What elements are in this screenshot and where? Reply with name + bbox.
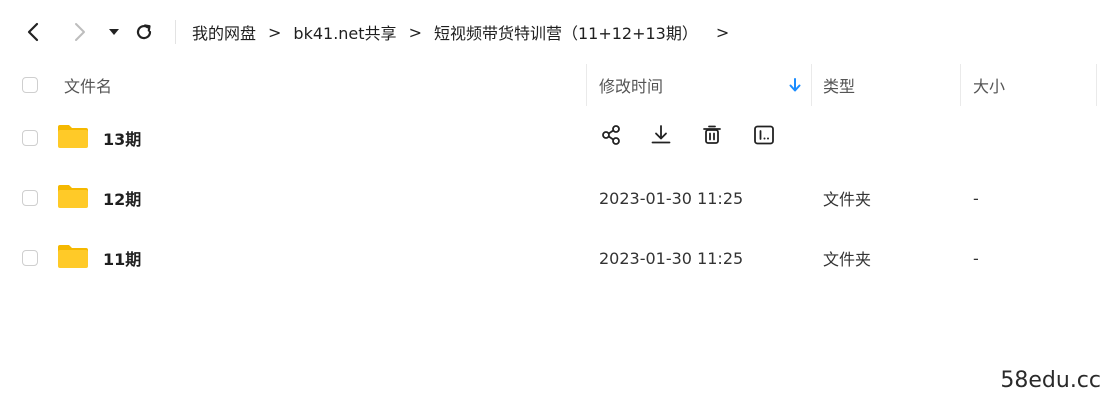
row-modified-time: 2023-01-30 11:25 [599, 188, 744, 208]
breadcrumb-separator: > [268, 22, 282, 42]
column-header-name[interactable]: 文件名 [64, 64, 112, 106]
delete-button[interactable] [699, 122, 725, 148]
folder-icon [58, 185, 88, 208]
download-icon [651, 125, 671, 144]
more-icon [754, 125, 774, 145]
row-size: - [973, 188, 979, 208]
table-row[interactable]: 13期 [0, 108, 1111, 168]
column-header-modified[interactable]: 修改时间 [599, 64, 663, 106]
chevron-right-icon [75, 23, 85, 41]
folder-icon [58, 125, 88, 148]
breadcrumb-separator: > [408, 22, 422, 42]
folder-icon [58, 245, 88, 268]
column-resize-handle[interactable] [586, 64, 587, 106]
refresh-button[interactable] [130, 18, 158, 46]
column-resize-handle[interactable] [960, 64, 961, 106]
download-button[interactable] [648, 122, 674, 148]
arrow-down-icon[interactable] [788, 77, 802, 93]
row-checkbox[interactable] [22, 130, 38, 146]
caret-down-icon [109, 29, 119, 35]
back-button[interactable] [19, 18, 47, 46]
share-button[interactable] [598, 122, 624, 148]
more-button[interactable] [751, 122, 777, 148]
breadcrumb-item-my-drive[interactable]: 我的网盘 [192, 20, 256, 44]
share-icon [602, 125, 620, 145]
toolbar: 我的网盘 > bk41.net共享 > 短视频带货特训营（11+12+13期） … [0, 0, 1111, 64]
row-checkbox[interactable] [22, 250, 38, 266]
row-type: 文件夹 [823, 250, 872, 269]
column-resize-handle[interactable] [811, 64, 812, 106]
select-all-checkbox[interactable] [22, 77, 38, 93]
row-name[interactable]: 12期 [103, 168, 141, 228]
refresh-icon [136, 24, 152, 40]
table-row[interactable]: 11期 2023-01-30 11:25 文件夹 - [0, 228, 1111, 288]
table-row[interactable]: 12期 2023-01-30 11:25 文件夹 - [0, 168, 1111, 228]
delete-icon [703, 125, 721, 144]
column-header-type[interactable]: 类型 [823, 64, 855, 106]
breadcrumb-expand[interactable]: > [716, 23, 729, 42]
table-header: 文件名 修改时间 类型 大小 [0, 64, 1111, 106]
history-dropdown-button[interactable] [100, 18, 128, 46]
row-type: 文件夹 [823, 190, 872, 209]
watermark: 58edu.cc [1000, 368, 1101, 393]
breadcrumb-item-current[interactable]: 短视频带货特训营（11+12+13期） [434, 20, 698, 44]
toolbar-divider [175, 20, 176, 44]
row-name[interactable]: 11期 [103, 228, 141, 288]
row-modified-time: 2023-01-30 11:25 [599, 248, 744, 268]
forward-button[interactable] [66, 18, 94, 46]
breadcrumb-item-share[interactable]: bk41.net共享 [293, 20, 396, 44]
breadcrumb: 我的网盘 > bk41.net共享 > 短视频带货特训营（11+12+13期） … [192, 20, 741, 44]
column-resize-handle[interactable] [1096, 64, 1097, 106]
column-header-size[interactable]: 大小 [973, 64, 1005, 106]
row-name[interactable]: 13期 [103, 108, 141, 168]
row-checkbox[interactable] [22, 190, 38, 206]
row-size: - [973, 248, 979, 268]
chevron-left-icon [27, 22, 39, 42]
